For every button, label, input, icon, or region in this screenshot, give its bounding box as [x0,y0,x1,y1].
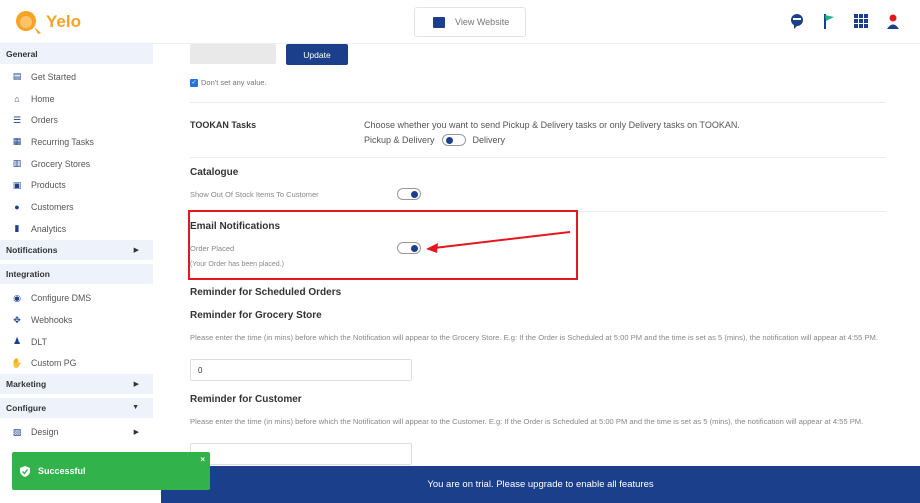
sidebar-item-recurring-tasks[interactable]: ▦ Recurring Tasks [0,131,153,153]
dlt-icon: ♟ [12,336,22,347]
home-icon: ⌂ [14,93,20,104]
order-placed-sublabel: (Your Order has been placed.) [190,261,284,268]
sidebar-item-orders[interactable]: ☰ Orders [0,109,153,131]
view-website-button[interactable]: View Website [414,7,526,37]
sidebar: General ▤ Get Started ⌂ Home ☰ Orders ▦ … [0,44,153,503]
reminder-customer-description: Please enter the time (in mins) before w… [190,417,864,426]
chevron-right-icon: ▶ [133,429,139,437]
products-icon: ▣ [12,179,22,190]
dont-set-checkbox-row[interactable]: ✓ Don't set any value. [190,78,267,87]
grocery-reminder-input[interactable]: 0 [190,359,412,381]
sidebar-item-customers[interactable]: ● Customers [0,196,153,218]
payment-icon: ✋ [11,357,23,368]
annotation-arrow-icon [426,231,571,253]
view-website-label: View Website [455,17,510,27]
header-icons [788,12,902,30]
reminder-customer-title: Reminder for Customer [190,394,302,405]
catalogue-title: Catalogue [190,167,239,178]
sidebar-item-analytics[interactable]: ▮ Analytics [0,218,153,240]
sidebar-section-marketing[interactable]: Marketing ▶ [0,374,153,395]
customers-icon: ● [14,201,20,212]
sidebar-item-custom-pg[interactable]: ✋ Custom PG [0,353,153,375]
tookan-task-type-switch: Pickup & Delivery Delivery [364,134,506,146]
chevron-right-icon: ▶ [133,381,139,389]
sidebar-item-configure-dms[interactable]: ◉ Configure DMS [0,288,153,310]
divider [190,157,886,158]
lion-logo-icon [16,11,41,34]
sidebar-section-general[interactable]: General [0,44,153,64]
tookan-tasks-description: Choose whether you want to send Pickup &… [364,120,740,130]
email-notifications-title: Email Notifications [190,221,281,232]
value-input[interactable] [190,44,276,64]
dms-icon: ◉ [13,292,21,303]
trial-banner: You are on trial. Please upgrade to enab… [161,466,920,503]
flag-icon[interactable] [820,12,838,30]
logo[interactable]: Yelo [14,9,81,35]
sidebar-section-notifications[interactable]: Notifications ▶ [0,239,153,260]
show-out-of-stock-toggle[interactable] [397,188,421,200]
sidebar-item-dlt[interactable]: ♟ DLT [0,331,153,353]
user-avatar-icon[interactable] [884,12,902,30]
calendar-icon: ▦ [12,136,22,147]
sidebar-section-configure[interactable]: Configure ▼ [0,398,153,419]
checkbox-checked-icon[interactable]: ✓ [190,78,198,87]
sidebar-section-integration[interactable]: Integration [0,263,153,284]
clipboard-icon: ▤ [12,71,22,82]
sidebar-item-home[interactable]: ⌂ Home [0,88,153,110]
chevron-right-icon: ▶ [133,246,139,254]
analytics-icon: ▮ [14,223,20,234]
sidebar-item-products[interactable]: ▣ Products [0,174,153,196]
customer-reminder-input[interactable] [190,443,412,465]
main-content: Update ✓ Don't set any value. TOOKAN Tas… [160,44,920,503]
top-bar: Yelo View Website [0,0,920,44]
sidebar-item-grocery-stores[interactable]: ▥ Grocery Stores [0,153,153,175]
order-placed-label: Order Placed [190,244,235,253]
apps-grid-icon[interactable] [852,12,870,30]
order-placed-toggle[interactable] [397,242,421,254]
tookan-task-toggle[interactable] [441,134,466,146]
design-icon: ▧ [12,426,22,437]
tookan-tasks-label: TOOKAN Tasks [190,120,257,130]
close-icon[interactable]: × [200,455,205,464]
divider [190,102,886,103]
chevron-down-icon: ▼ [132,404,139,412]
reminder-title: Reminder for Scheduled Orders [190,287,342,298]
store-icon: ▥ [12,158,22,169]
website-icon [433,16,445,28]
success-toast: Successful × [12,452,210,490]
sidebar-item-webhooks[interactable]: ✥ Webhooks [0,309,153,331]
support-chat-icon[interactable] [788,12,806,30]
webhooks-icon: ✥ [13,314,21,325]
update-button[interactable]: Update [286,44,348,65]
reminder-grocery-description: Please enter the time (in mins) before w… [190,333,878,342]
brand-name: Yelo [46,12,81,31]
show-out-of-stock-label: Show Out Of Stock Items To Customer [190,190,319,199]
reminder-grocery-title: Reminder for Grocery Store [190,310,322,321]
shield-check-icon [20,465,30,477]
sidebar-item-get-started[interactable]: ▤ Get Started [0,66,153,88]
toast-text: Successful [38,466,86,476]
sidebar-item-design[interactable]: ▧ Design ▶ [0,421,153,443]
orders-icon: ☰ [12,114,22,125]
